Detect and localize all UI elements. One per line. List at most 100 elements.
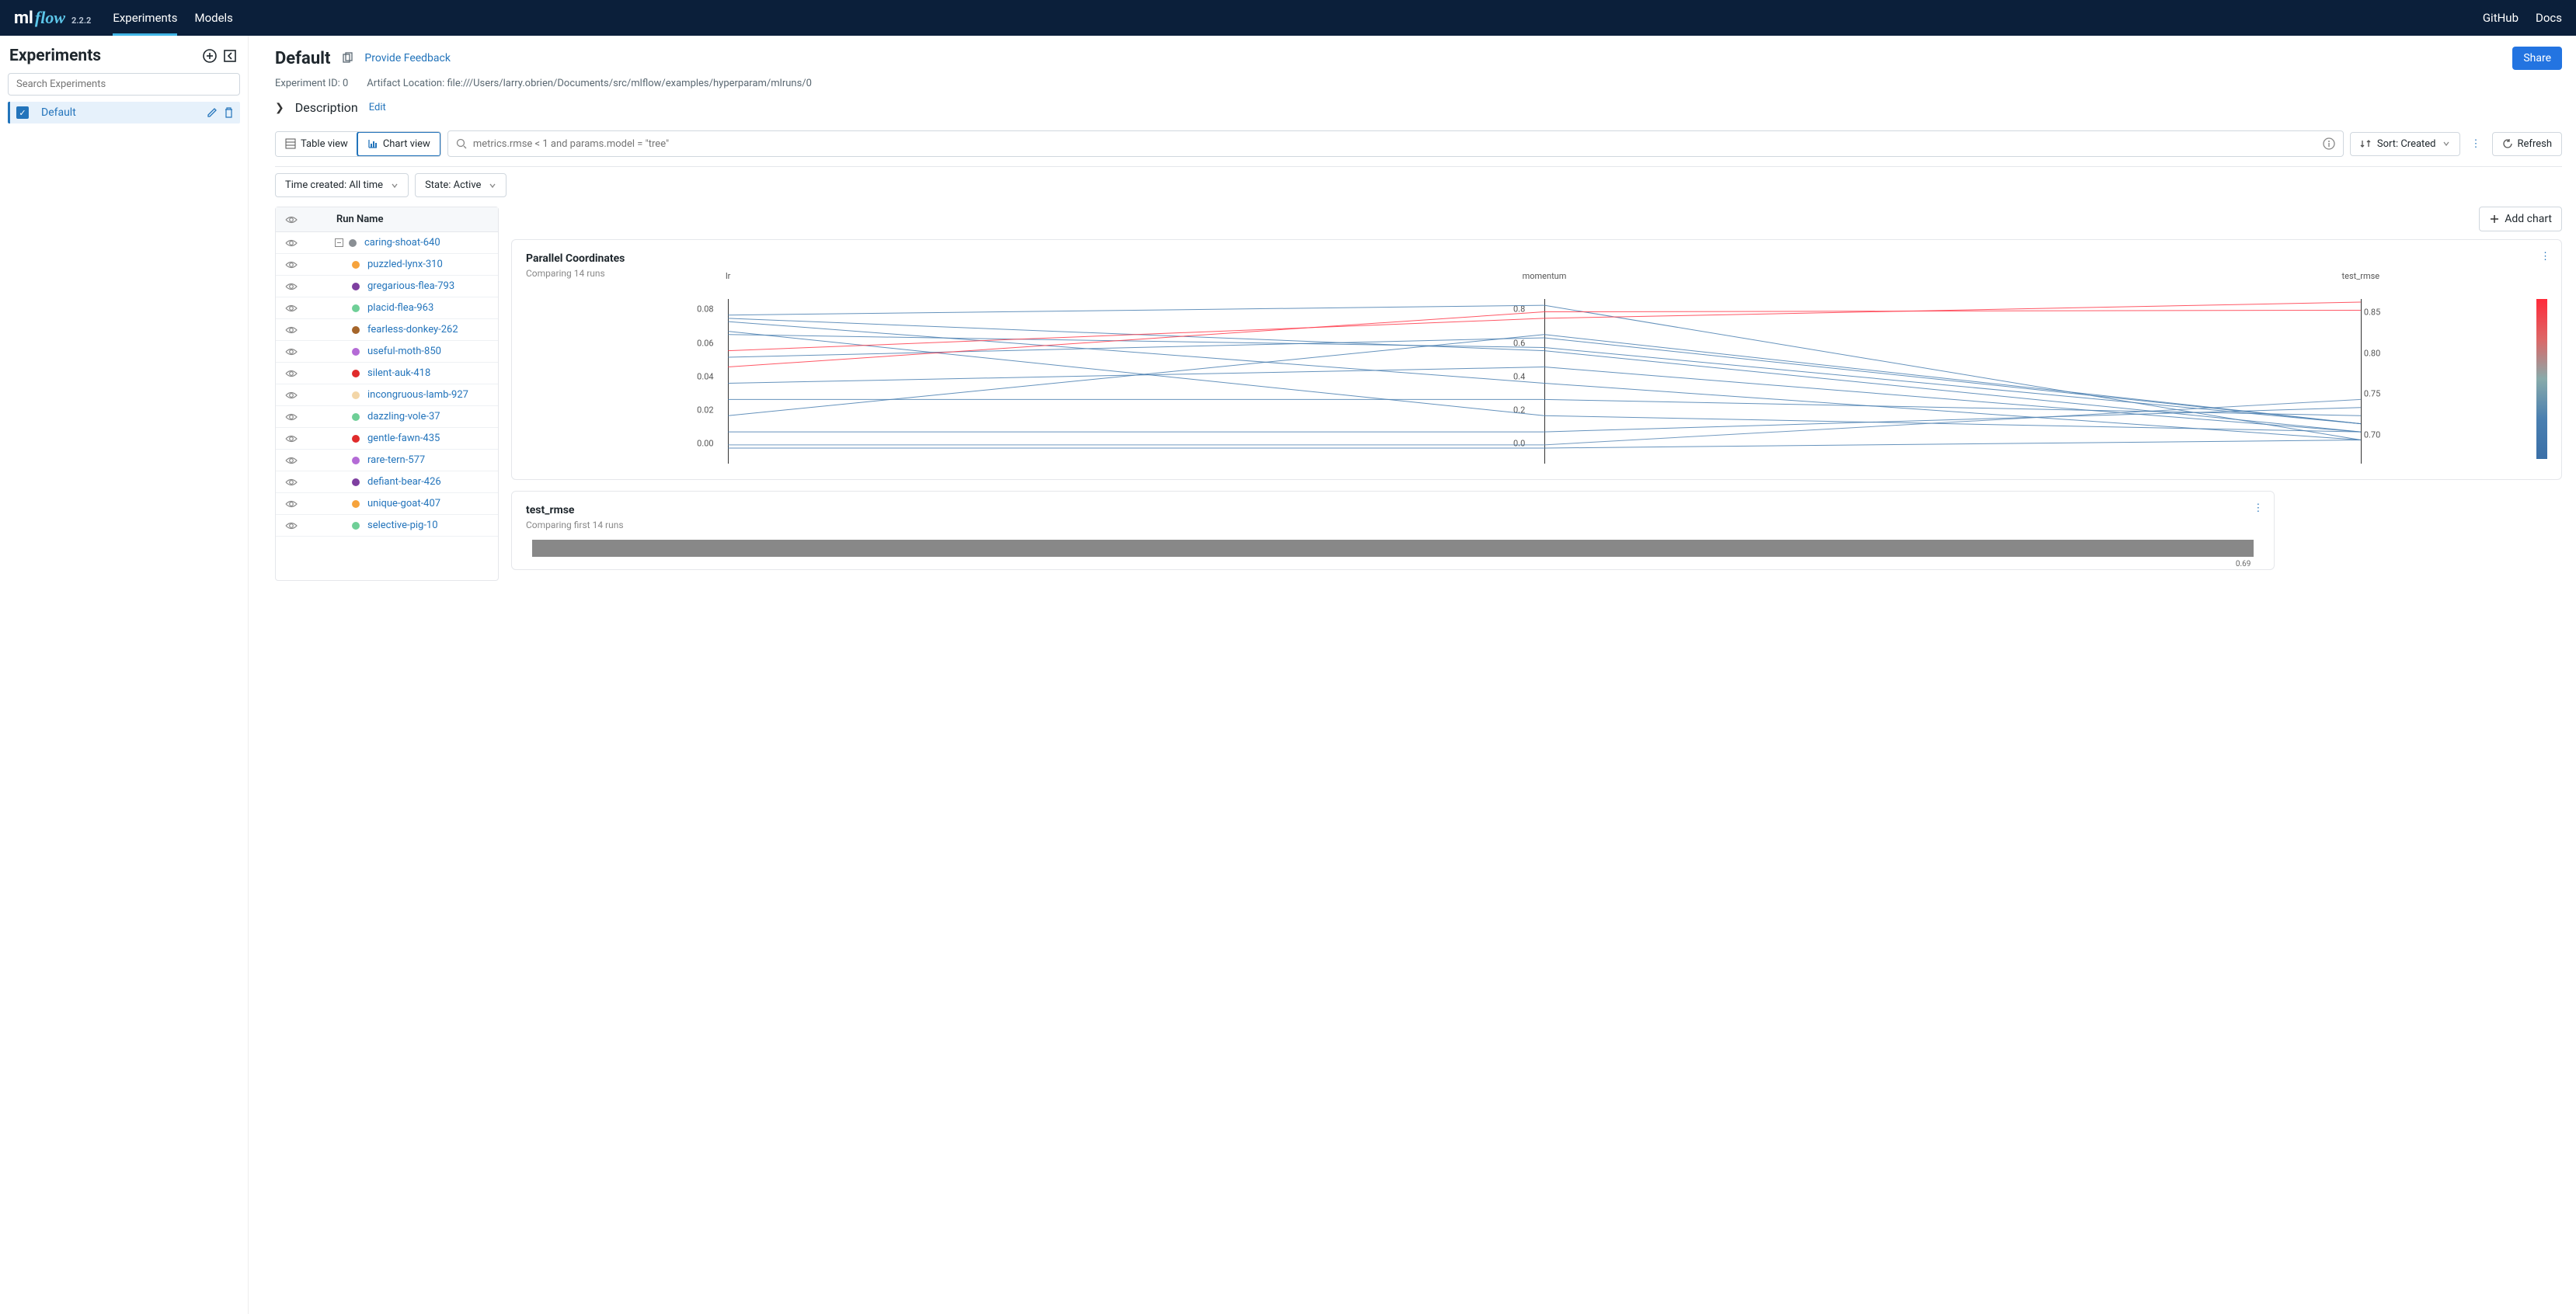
main-nav: Experiments Models bbox=[113, 0, 233, 36]
run-row[interactable]: incongruous-lamb-927 bbox=[276, 384, 498, 406]
share-button[interactable]: Share bbox=[2512, 47, 2562, 70]
run-color-dot bbox=[352, 326, 360, 334]
link-docs[interactable]: Docs bbox=[2536, 11, 2562, 25]
visibility-icon[interactable] bbox=[285, 368, 319, 379]
run-link[interactable]: selective-pig-10 bbox=[367, 520, 438, 531]
run-color-dot bbox=[352, 348, 360, 356]
collapse-sidebar-icon[interactable] bbox=[221, 47, 238, 64]
visibility-icon[interactable] bbox=[285, 303, 319, 314]
run-color-dot bbox=[352, 283, 360, 290]
table-view-label: Table view bbox=[301, 138, 348, 150]
nav-experiments[interactable]: Experiments bbox=[113, 0, 177, 36]
experiment-id-label: Experiment ID: 0 bbox=[275, 78, 348, 89]
run-row[interactable]: dazzling-vole-37 bbox=[276, 406, 498, 428]
run-row[interactable]: placid-flea-963 bbox=[276, 297, 498, 319]
run-link[interactable]: fearless-donkey-262 bbox=[367, 324, 458, 335]
search-runs-box[interactable] bbox=[447, 130, 2344, 157]
run-row[interactable]: puzzled-lynx-310 bbox=[276, 254, 498, 276]
visibility-icon[interactable] bbox=[285, 433, 319, 444]
run-link[interactable]: incongruous-lamb-927 bbox=[367, 389, 468, 401]
chart-title: Parallel Coordinates bbox=[526, 252, 2547, 265]
info-icon[interactable] bbox=[2323, 137, 2335, 150]
color-scale-bar bbox=[2536, 299, 2547, 459]
run-link[interactable]: unique-goat-407 bbox=[367, 498, 440, 509]
visibility-column[interactable] bbox=[285, 214, 319, 225]
app-header: mlflow 2.2.2 Experiments Models GitHub D… bbox=[0, 0, 2576, 36]
run-row[interactable]: fearless-donkey-262 bbox=[276, 319, 498, 341]
search-icon bbox=[456, 138, 467, 149]
run-row[interactable]: rare-tern-577 bbox=[276, 450, 498, 471]
toolbar-menu-icon[interactable]: ⋮ bbox=[2466, 134, 2486, 155]
feedback-link[interactable]: Provide Feedback bbox=[364, 52, 451, 64]
run-link[interactable]: dazzling-vole-37 bbox=[367, 411, 440, 422]
chart-view-button[interactable]: Chart view bbox=[357, 131, 441, 157]
visibility-icon[interactable] bbox=[285, 259, 319, 270]
run-link[interactable]: rare-tern-577 bbox=[367, 454, 425, 466]
search-runs-input[interactable] bbox=[473, 138, 2317, 150]
visibility-icon[interactable] bbox=[285, 477, 319, 488]
run-row[interactable]: caring-shoat-640 bbox=[276, 232, 498, 254]
time-filter-label: Time created: All time bbox=[285, 179, 383, 191]
run-row[interactable]: defiant-bear-426 bbox=[276, 471, 498, 493]
search-experiments-input[interactable] bbox=[8, 73, 240, 96]
run-link[interactable]: gregarious-flea-793 bbox=[367, 280, 454, 292]
experiment-checkbox[interactable]: ✓ bbox=[16, 106, 29, 119]
run-row[interactable]: selective-pig-10 bbox=[276, 515, 498, 537]
axis-label: test_rmse bbox=[2342, 271, 2380, 281]
run-row[interactable]: useful-moth-850 bbox=[276, 341, 498, 363]
edit-icon[interactable] bbox=[207, 107, 218, 118]
run-color-dot bbox=[352, 304, 360, 312]
run-link[interactable]: silent-auk-418 bbox=[367, 367, 430, 379]
visibility-icon[interactable] bbox=[285, 346, 319, 357]
add-experiment-icon[interactable] bbox=[201, 47, 218, 64]
visibility-icon[interactable] bbox=[285, 412, 319, 422]
run-link[interactable]: puzzled-lynx-310 bbox=[367, 259, 443, 270]
plus-icon bbox=[2489, 214, 2500, 224]
run-row[interactable]: gregarious-flea-793 bbox=[276, 276, 498, 297]
run-row[interactable]: gentle-fawn-435 bbox=[276, 428, 498, 450]
artifact-location-label: Artifact Location: file:///Users/larry.o… bbox=[367, 78, 812, 89]
run-row[interactable]: unique-goat-407 bbox=[276, 493, 498, 515]
refresh-label: Refresh bbox=[2518, 138, 2552, 150]
version-label: 2.2.2 bbox=[71, 16, 91, 26]
refresh-button[interactable]: Refresh bbox=[2492, 132, 2562, 156]
nav-models[interactable]: Models bbox=[194, 0, 232, 36]
table-view-button[interactable]: Table view bbox=[276, 132, 357, 156]
sort-button[interactable]: Sort: Created bbox=[2350, 132, 2460, 156]
time-filter[interactable]: Time created: All time bbox=[275, 173, 409, 197]
description-edit-link[interactable]: Edit bbox=[369, 102, 386, 113]
visibility-icon[interactable] bbox=[285, 238, 319, 249]
delete-icon[interactable] bbox=[224, 107, 234, 118]
link-github[interactable]: GitHub bbox=[2483, 11, 2519, 25]
collapse-icon[interactable] bbox=[335, 238, 344, 247]
chart-menu-icon[interactable]: ⋮ bbox=[2540, 251, 2550, 262]
visibility-icon[interactable] bbox=[285, 499, 319, 509]
copy-icon[interactable] bbox=[341, 52, 353, 64]
visibility-icon[interactable] bbox=[285, 281, 319, 292]
experiment-name[interactable]: Default bbox=[41, 106, 207, 119]
run-row[interactable]: silent-auk-418 bbox=[276, 363, 498, 384]
run-color-dot bbox=[352, 500, 360, 508]
add-chart-button[interactable]: Add chart bbox=[2479, 207, 2562, 231]
chevron-down-icon bbox=[391, 182, 399, 189]
run-color-dot bbox=[352, 522, 360, 530]
run-name-header: Run Name bbox=[336, 214, 383, 225]
chart-menu-icon[interactable]: ⋮ bbox=[2253, 502, 2263, 514]
run-color-dot bbox=[352, 435, 360, 443]
chart-subtitle: Comparing first 14 runs bbox=[526, 520, 2260, 530]
experiment-item[interactable]: ✓ Default bbox=[8, 102, 240, 123]
visibility-icon[interactable] bbox=[285, 520, 319, 531]
run-link[interactable]: gentle-fawn-435 bbox=[367, 433, 440, 444]
run-color-dot bbox=[352, 478, 360, 486]
visibility-icon[interactable] bbox=[285, 325, 319, 335]
description-toggle[interactable]: ❯ bbox=[275, 102, 284, 114]
visibility-icon[interactable] bbox=[285, 455, 319, 466]
run-link[interactable]: caring-shoat-640 bbox=[364, 237, 440, 249]
run-link[interactable]: placid-flea-963 bbox=[367, 302, 433, 314]
visibility-icon[interactable] bbox=[285, 390, 319, 401]
run-color-dot bbox=[352, 261, 360, 269]
run-link[interactable]: defiant-bear-426 bbox=[367, 476, 441, 488]
state-filter[interactable]: State: Active bbox=[415, 173, 506, 197]
header-links: GitHub Docs bbox=[2483, 11, 2562, 25]
run-link[interactable]: useful-moth-850 bbox=[367, 346, 441, 357]
